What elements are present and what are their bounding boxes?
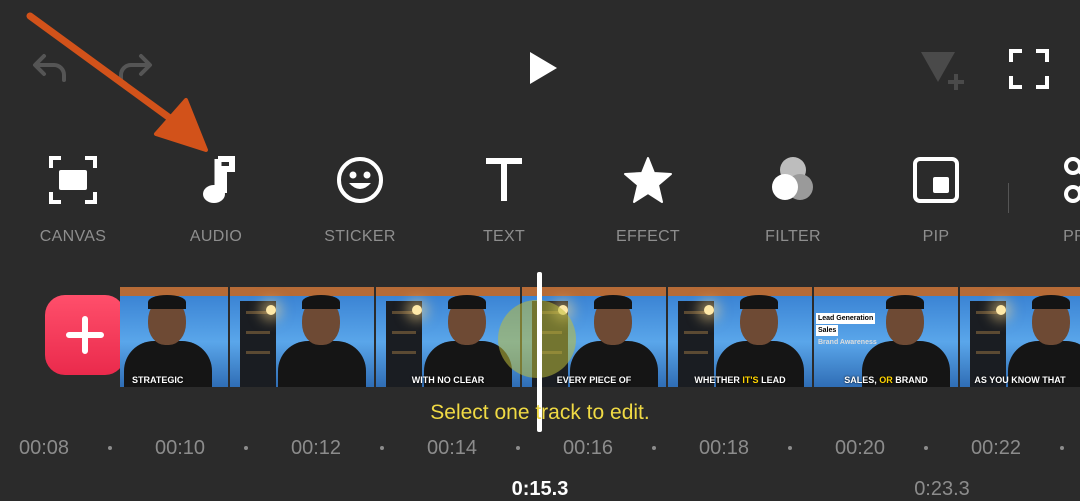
tool-pip[interactable]: PIP [871,150,1001,250]
canvas-icon [8,150,138,210]
ruler-tick: 00:20 [834,437,886,459]
tool-canvas[interactable]: CANVAS [8,150,138,250]
ruler-tick: 00:12 [290,437,342,459]
overlay-notes: Lead Generation Sales Brand Awareness [816,313,877,346]
play-icon[interactable] [527,50,559,86]
redo-icon[interactable] [115,48,155,88]
pip-icon [871,150,1001,210]
ruler-tick: 00:18 [698,437,750,459]
precut-icon [1015,150,1080,210]
tool-label: EFFECT [615,228,681,245]
keyframe-add-icon[interactable] [918,46,968,94]
ruler-dot [788,446,792,450]
caption-text: WITH NO CLEAR [411,375,485,385]
ruler-dot [108,446,112,450]
tool-text[interactable]: TEXT [439,150,569,250]
text-icon [439,150,569,210]
ruler-dot [652,446,656,450]
tool-label: CANVAS [39,228,107,245]
tool-label: TEXT [482,228,526,245]
smiley-icon [295,150,425,210]
ruler-tick: 00:14 [426,437,478,459]
ruler-dot [924,446,928,450]
filter-circles-icon [728,150,858,210]
ruler-dot [244,446,248,450]
caption-text: SALES, OR BRAND [844,375,928,385]
tool-label: PRE [1063,228,1080,245]
ruler-tick: 00:10 [154,437,206,459]
total-duration: 0:23.3 [914,478,970,500]
tool-effect[interactable]: EFFECT [583,150,713,250]
ruler-dot [516,446,520,450]
tool-precut[interactable]: PRE [1015,150,1080,250]
current-time: 0:15.3 [511,478,569,500]
tool-audio[interactable]: AUDIO [151,150,281,250]
video-frame: AS YOU KNOW THAT [960,287,1080,387]
tool-label: FILTER [765,228,821,245]
hint-text: Select one track to edit. [430,401,650,424]
undo-icon[interactable] [30,48,70,88]
video-frame: STRATEGIC [120,287,228,387]
video-track[interactable]: STRATEGIC WITH NO CLEAR EVERY PIECE OF W… [120,287,1080,387]
video-frame [230,287,374,387]
caption-text: WHETHER IT'S LEAD [694,375,786,385]
ruler-tick: 00:22 [970,437,1022,459]
tool-label: PIP [922,228,950,245]
video-frame: WHETHER IT'S LEAD [668,287,812,387]
ruler-tick: 00:16 [562,437,614,459]
add-media-button[interactable] [45,295,125,375]
fullscreen-icon[interactable] [1008,48,1050,90]
ruler-tick: 00:08 [18,437,70,459]
caption-text: STRATEGIC [132,375,184,385]
ruler-dot [1060,446,1064,450]
tool-sticker[interactable]: STICKER [295,150,425,250]
tool-label: STICKER [324,228,396,245]
ruler-dot [380,446,384,450]
plus-icon [66,316,104,354]
music-note-icon [151,150,281,210]
tool-filter[interactable]: FILTER [728,150,858,250]
video-frame: Lead Generation Sales Brand Awareness SA… [814,287,958,387]
toolbar-divider [1008,183,1009,213]
caption-text: AS YOU KNOW THAT [974,375,1066,385]
tool-label: AUDIO [189,228,243,245]
star-icon [583,150,713,210]
